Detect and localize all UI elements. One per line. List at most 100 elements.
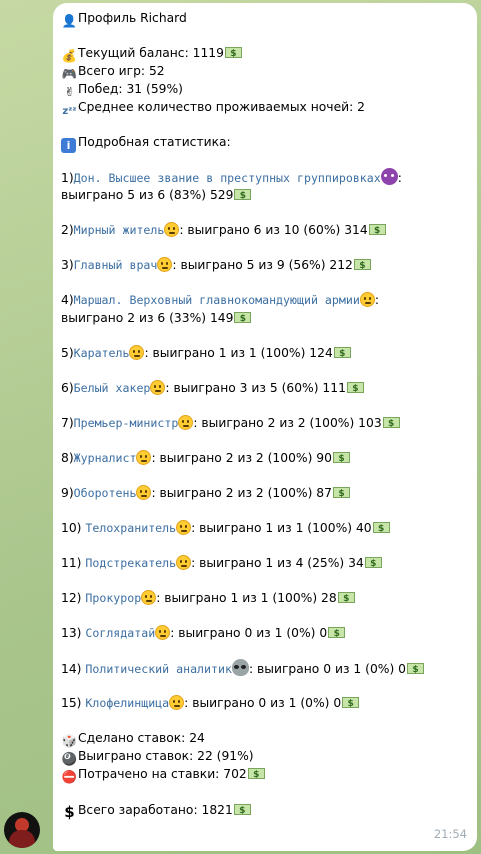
role-name[interactable]: Оборотень: [74, 486, 137, 500]
wins-row: ✌ Побед: 31 (59%): [61, 80, 469, 99]
smile-icon: [129, 345, 145, 360]
message-time: 21:54: [433, 827, 467, 841]
smile-icon: [157, 257, 173, 272]
role-name[interactable]: Дон. Высшее звание в преступных группиро…: [74, 171, 381, 185]
role-name[interactable]: Главный врач: [74, 258, 158, 272]
role-num: 9): [61, 486, 74, 500]
smile-icon: [178, 415, 194, 430]
games-row: 🎮Всего игр: 52: [61, 62, 469, 81]
user-silhouette-icon: 👤: [61, 14, 78, 28]
role-stat: : выиграно 2 из 2 (100%) 90: [151, 451, 332, 465]
role-num: 3): [61, 258, 74, 272]
role-name[interactable]: Подстрекатель: [85, 556, 176, 570]
smile-icon: [150, 380, 166, 395]
role-num: 4): [61, 293, 74, 307]
role-num: 5): [61, 346, 74, 360]
role-num: 6): [61, 381, 74, 395]
role-name[interactable]: Каратель: [74, 346, 130, 360]
role-stat: : выиграно 6 из 10 (60%) 314: [179, 223, 368, 237]
role-row-15: 15) Клофелинщица : выиграно 0 из 1 (0%) 0: [61, 694, 469, 713]
money-icon: [234, 187, 252, 205]
role-num: 15): [61, 696, 82, 710]
bets-won-text: Выиграно ставок: 22 (91%): [78, 749, 254, 763]
role-stat: : выиграно 0 из 1 (0%) 0: [184, 696, 342, 710]
role-num: 8): [61, 451, 74, 465]
money-icon: [333, 345, 351, 363]
role-stat: : выиграно 0 из 1 (0%) 0: [170, 626, 328, 640]
total-earned-text: Всего заработано: 1821: [78, 803, 233, 817]
money-icon: [364, 555, 382, 573]
nights-row: zᶻᶻСреднее количество проживаемых ночей:…: [61, 98, 469, 117]
role-row-4: 4)Маршал. Верховный главнокомандующий ар…: [61, 291, 469, 328]
role-stat: : выиграно 2 из 2 (100%) 103: [193, 416, 382, 430]
profile-title: Профиль Richard: [78, 11, 187, 25]
role-row-2: 2)Мирный житель : выиграно 6 из 10 (60%) …: [61, 221, 469, 240]
bets-made-text: Сделано ставок: 24: [78, 731, 205, 745]
games-text: Всего игр: 52: [78, 64, 165, 78]
stats-header: Подробная статистика:: [78, 135, 231, 149]
role-row-5: 5)Каратель : выиграно 1 из 1 (100%) 124: [61, 344, 469, 363]
role-row-8: 8)Журналист : выиграно 2 из 2 (100%) 90: [61, 449, 469, 468]
money-icon: [337, 590, 355, 608]
info-icon: i: [61, 138, 76, 153]
role-name[interactable]: Политический аналитик: [85, 662, 232, 676]
money-icon: [332, 485, 350, 503]
money-icon: [372, 520, 390, 538]
dollar-sign-icon: $: [64, 803, 75, 821]
role-stat: выиграно 2 из 6 (33%) 149: [61, 311, 234, 325]
role-name[interactable]: Маршал. Верховный главнокомандующий арми…: [74, 293, 360, 307]
role-stat: : выиграно 1 из 1 (100%) 28: [156, 591, 337, 605]
role-row-1: 1)Дон. Высшее звание в преступных группи…: [61, 168, 469, 205]
balance-row: 💰Текущий баланс: 1119: [61, 44, 469, 63]
role-stat: : выиграно 2 из 2 (100%) 87: [151, 486, 332, 500]
role-stat: : выиграно 3 из 5 (60%) 111: [165, 381, 346, 395]
smile-icon: [176, 555, 192, 570]
total-earned-row: $ Всего заработано: 1821: [61, 801, 469, 821]
role-name[interactable]: Клофелинщица: [85, 696, 169, 710]
role-row-10: 10) Телохранитель: выиграно 1 из 1 (100%…: [61, 519, 469, 538]
role-stat: выиграно 5 из 6 (83%) 529: [61, 188, 234, 202]
money-icon: [234, 310, 252, 328]
role-stat: : выиграно 1 из 1 (100%) 40: [191, 521, 372, 535]
smile-icon: [155, 625, 171, 640]
role-sep: :: [374, 293, 379, 307]
role-row-9: 9)Оборотень : выиграно 2 из 2 (100%) 87: [61, 484, 469, 503]
profile-title-row: 👤Профиль Richard: [61, 9, 469, 28]
money-icon: [332, 450, 350, 468]
bets-made-row: 🎲Сделано ставок: 24: [61, 729, 469, 748]
role-row-13: 13) Соглядатай: выиграно 0 из 1 (0%) 0: [61, 624, 469, 643]
role-stat: : выиграно 0 из 1 (0%) 0: [248, 662, 406, 676]
money-icon: [353, 257, 371, 275]
role-row-14: 14) Политический аналитик : выиграно 0 из…: [61, 659, 469, 679]
role-name[interactable]: Мирный житель: [74, 223, 165, 237]
smile-icon: [136, 450, 152, 465]
smile-icon: [136, 485, 152, 500]
role-name[interactable]: Белый хакер: [74, 381, 151, 395]
no-entry-icon: ⛔: [61, 770, 78, 784]
smile-icon: [164, 222, 180, 237]
smile-icon: [359, 292, 375, 307]
avatar[interactable]: [4, 812, 40, 848]
role-num: 14): [61, 662, 82, 676]
role-stat: : выиграно 1 из 1 (100%) 124: [144, 346, 333, 360]
sleeping-zzz-icon: zᶻᶻ: [62, 106, 77, 117]
role-name[interactable]: Прокурор: [85, 591, 141, 605]
smile-icon: [169, 695, 185, 710]
role-name[interactable]: Премьер-министр: [74, 416, 179, 430]
money-icon: [342, 695, 360, 713]
role-row-7: 7)Премьер-министр: выиграно 2 из 2 (100%…: [61, 414, 469, 433]
stats-header-row: i Подробная статистика:: [61, 133, 469, 153]
devil-icon: [380, 168, 398, 185]
money-icon: [328, 625, 346, 643]
nights-text: Среднее количество проживаемых ночей: 2: [78, 100, 365, 114]
money-icon: [233, 802, 251, 820]
role-stat: : выиграно 5 из 9 (56%) 212: [172, 258, 353, 272]
money-icon: [224, 45, 242, 63]
bets-won-row: 🎱Выиграно ставок: 22 (91%): [61, 747, 469, 766]
role-row-12: 12) Прокурор: выиграно 1 из 1 (100%) 28: [61, 589, 469, 608]
role-name[interactable]: Журналист: [74, 451, 137, 465]
role-name[interactable]: Соглядатай: [85, 626, 155, 640]
role-name[interactable]: Телохранитель: [85, 521, 176, 535]
role-num: 2): [61, 223, 74, 237]
role-row-11: 11) Подстрекатель: выиграно 1 из 4 (25%)…: [61, 554, 469, 573]
